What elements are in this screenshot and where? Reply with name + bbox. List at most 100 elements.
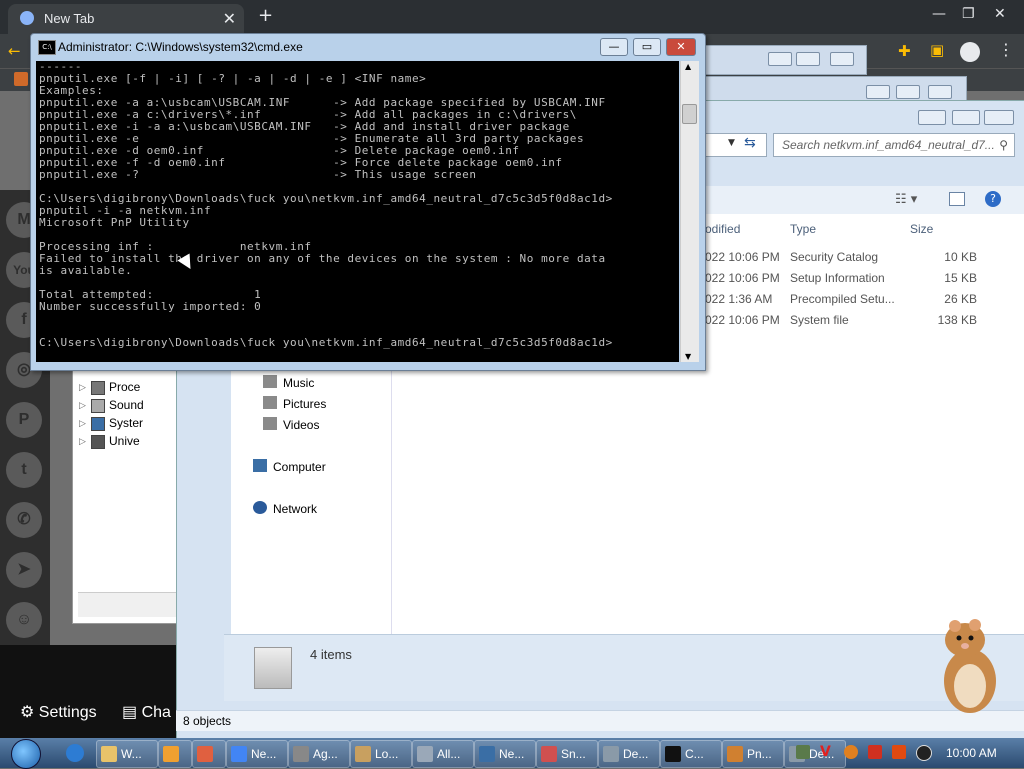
- taskbar-button[interactable]: Pn...: [722, 740, 784, 768]
- expand-arrow-icon[interactable]: ▷: [79, 437, 86, 447]
- taskbar-button-label: De...: [623, 747, 649, 761]
- minimize-button[interactable]: [768, 52, 792, 66]
- nav-item-videos[interactable]: Videos: [283, 418, 319, 432]
- explorer-close-button[interactable]: [984, 110, 1014, 125]
- search-icon[interactable]: ⚲: [999, 134, 1008, 156]
- explorer-minimize-button[interactable]: [918, 110, 946, 125]
- chrome-close-button[interactable]: ✕: [994, 6, 1006, 22]
- taskbar-button[interactable]: Lo...: [350, 740, 412, 768]
- help-icon[interactable]: ?: [985, 191, 1001, 207]
- taskbar-app-icon: [355, 746, 371, 762]
- file-row[interactable]: 022 10:06 PM Security Catalog 10 KB: [705, 250, 1005, 270]
- nav-item-music[interactable]: Music: [283, 376, 314, 390]
- taskbar-button[interactable]: Sn...: [536, 740, 598, 768]
- close-button[interactable]: [830, 52, 854, 66]
- taskbar-app-icon: [727, 746, 743, 762]
- taskbar-button[interactable]: De...: [598, 740, 660, 768]
- start-button[interactable]: [6, 738, 46, 769]
- address-dropdown-icon[interactable]: ▼: [728, 138, 735, 148]
- cmd-minimize-button[interactable]: —: [600, 38, 628, 56]
- device-manager-statusbar: [78, 592, 178, 617]
- bookmark-app-icon[interactable]: [14, 72, 28, 86]
- reddit-icon[interactable]: ☺: [6, 602, 42, 638]
- column-type[interactable]: Type: [790, 222, 816, 236]
- whatsapp-icon[interactable]: ✆: [6, 502, 42, 538]
- nav-item-pictures[interactable]: Pictures: [283, 397, 326, 411]
- windows-logo-icon: [11, 739, 41, 769]
- taskbar-button[interactable]: [158, 740, 192, 768]
- back-arrow-icon[interactable]: ←: [8, 42, 21, 60]
- column-size[interactable]: Size: [910, 222, 933, 236]
- taskbar-app-icon: [479, 746, 495, 762]
- taskbar-button[interactable]: [192, 740, 226, 768]
- cmd-maximize-button[interactable]: ▭: [633, 38, 661, 56]
- maximize-button[interactable]: [796, 52, 820, 66]
- taskbar-button-label: Ne...: [499, 747, 525, 761]
- device-category-usb[interactable]: Unive: [109, 434, 140, 448]
- taskbar-app-icon: [197, 746, 213, 762]
- file-row[interactable]: 022 1:36 AM Precompiled Setu... 26 KB: [705, 292, 1005, 312]
- tray-flag-icon[interactable]: [868, 745, 882, 759]
- tray-volume-icon[interactable]: [916, 745, 932, 761]
- view-options-icon[interactable]: ☷ ▾: [895, 192, 917, 207]
- device-category-system[interactable]: Syster: [109, 416, 143, 430]
- taskbar-button-label: C...: [685, 747, 704, 761]
- settings-button[interactable]: ⚙ Settings: [20, 702, 97, 722]
- chrome-minimize-button[interactable]: —: [932, 6, 946, 22]
- chrome-restore-button[interactable]: ❐: [962, 6, 975, 22]
- tray-app-icon[interactable]: [796, 745, 810, 759]
- twitter-icon[interactable]: t: [6, 452, 42, 488]
- file-row[interactable]: 022 10:06 PM Setup Information 15 KB: [705, 271, 1005, 291]
- expand-arrow-icon[interactable]: ▷: [79, 383, 86, 393]
- taskbar-button[interactable]: Ne...: [474, 740, 536, 768]
- nav-item-network[interactable]: Network: [273, 502, 317, 516]
- taskbar-button-label: Pn...: [747, 747, 772, 761]
- close-button[interactable]: [928, 85, 952, 99]
- minimize-button[interactable]: [866, 85, 890, 99]
- tray-search-icon[interactable]: [844, 745, 858, 759]
- extensions-puzzle-icon[interactable]: ✚: [898, 42, 911, 60]
- ie-icon[interactable]: [66, 744, 84, 762]
- videos-folder-icon: [263, 417, 277, 430]
- search-input[interactable]: Search netkvm.inf_amd64_neutral_d7... ⚲: [773, 133, 1015, 157]
- preview-pane-icon[interactable]: [949, 192, 965, 206]
- tray-recorder-icon[interactable]: [892, 745, 906, 759]
- close-tab-icon[interactable]: ✕: [223, 9, 236, 29]
- cmd-scrollbar-thumb[interactable]: [682, 104, 697, 124]
- new-tab-button[interactable]: +: [258, 5, 273, 26]
- pinterest-icon[interactable]: P: [6, 402, 42, 438]
- chat-button[interactable]: ▤ Cha: [122, 702, 171, 722]
- telegram-icon[interactable]: ➤: [6, 552, 42, 588]
- file-type: Security Catalog: [790, 250, 879, 264]
- expand-arrow-icon[interactable]: ▷: [79, 419, 86, 429]
- explorer-maximize-button[interactable]: [952, 110, 980, 125]
- expand-arrow-icon[interactable]: ▷: [79, 401, 86, 411]
- taskbar-button[interactable]: De...: [784, 740, 846, 768]
- column-date-modified[interactable]: odified: [705, 222, 740, 236]
- system-clock[interactable]: 10:00 AM: [946, 746, 997, 760]
- taskbar-button[interactable]: Ag...: [288, 740, 350, 768]
- device-category-processors[interactable]: Proce: [109, 380, 140, 394]
- address-bar[interactable]: ▼: [705, 133, 767, 157]
- file-row[interactable]: 022 10:06 PM System file 138 KB: [705, 313, 1005, 333]
- cmd-console[interactable]: ------ pnputil.exe [-f | -i] [ -? | -a |…: [36, 61, 679, 362]
- taskbar-button[interactable]: Ne...: [226, 740, 288, 768]
- sidebar-panel-icon[interactable]: ▣: [930, 41, 944, 59]
- taskbar-button[interactable]: All...: [412, 740, 474, 768]
- scroll-down-icon[interactable]: ▼: [685, 352, 691, 361]
- taskbar-app-icon: [293, 746, 309, 762]
- chrome-tab-new-tab[interactable]: New Tab ✕: [8, 4, 244, 34]
- tray-v-icon[interactable]: V: [820, 744, 831, 760]
- explorer-window-back[interactable]: [705, 45, 867, 75]
- cmd-close-button[interactable]: ✕: [666, 38, 696, 56]
- refresh-icon[interactable]: ⇆: [744, 135, 756, 151]
- device-category-sound[interactable]: Sound: [109, 398, 144, 412]
- maximize-button[interactable]: [896, 85, 920, 99]
- taskbar-button[interactable]: C...: [660, 740, 722, 768]
- taskbar-button[interactable]: W...: [96, 740, 158, 768]
- nav-item-computer[interactable]: Computer: [273, 460, 326, 474]
- speaker-icon: [91, 399, 105, 413]
- profile-avatar-icon[interactable]: [960, 42, 980, 62]
- scroll-up-icon[interactable]: ▲: [685, 62, 691, 71]
- chrome-menu-icon[interactable]: ⋮: [998, 40, 1014, 59]
